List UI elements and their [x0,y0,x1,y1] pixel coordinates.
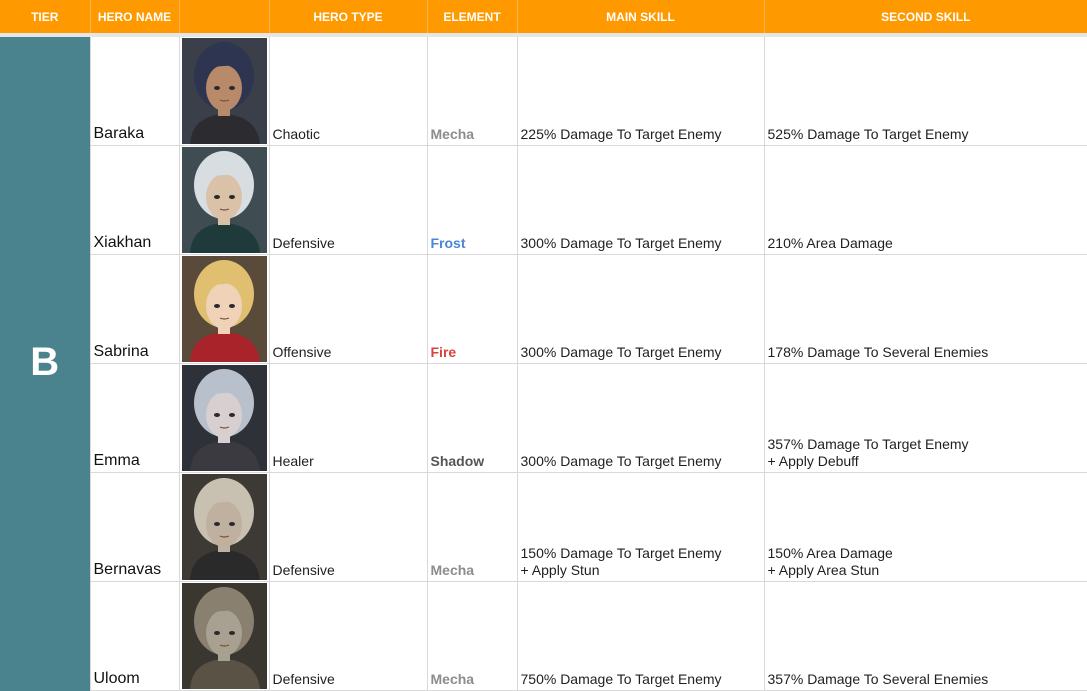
header-hero-type: HERO TYPE [269,0,428,37]
header-second-skill: SECOND SKILL [764,0,1087,37]
main-skill: 300% Damage To Target Enemy [516,254,765,364]
hero-portrait-cell [178,472,270,582]
header-row: TIER HERO NAME HERO TYPE ELEMENT MAIN SK… [0,0,1087,37]
hero-element: Fire [426,254,518,364]
table-row: B Baraka Chaotic Mecha 225% Damage To Target… [0,34,1087,691]
header-portrait [179,0,270,37]
hero-name: Xiakhan [89,145,180,255]
main-skill: 300% Damage To Target Enemy [516,145,765,255]
hero-portrait-0 [181,38,267,144]
skill-line: 150% Area Damage [767,545,893,561]
table-row: Bernavas Defensive Mecha 150% Damage To Tar… [0,472,1087,582]
second-skill: 525% Damage To Target Enemy [763,34,1087,146]
skill-line: 210% Area Damage [767,235,893,251]
hero-portrait-cell [178,145,270,255]
hero-name: Baraka [89,34,180,146]
skill-line: + Apply Debuff [767,453,859,469]
hero-portrait-1 [181,147,267,253]
hero-name: Bernavas [89,472,180,582]
main-skill: 150% Damage To Target Enemy + Apply Stun [516,472,765,582]
skill-line: + Apply Area Stun [767,562,880,578]
second-skill: 210% Area Damage [763,145,1087,255]
hero-element: Shadow [426,363,518,473]
main-skill: 750% Damage To Target Enemy [516,581,765,691]
hero-type: Chaotic [268,34,428,146]
hero-type: Defensive [268,472,428,582]
hero-element: Mecha [426,581,518,691]
skill-line: 178% Damage To Several Enemies [767,344,989,360]
hero-name: Emma [89,363,180,473]
skill-line: 150% Damage To Target Enemy [520,545,722,561]
hero-portrait-3 [181,365,267,471]
table-row: Xiakhan Defensive Frost 300% Damage To Targ… [0,145,1087,255]
second-skill: 150% Area Damage + Apply Area Stun [763,472,1087,582]
table-body: B Baraka Chaotic Mecha 225% Damage To Target… [0,34,1087,691]
hero-portrait-4 [181,474,267,580]
skill-line: 300% Damage To Target Enemy [520,453,722,469]
hero-portrait-cell [178,581,270,691]
hero-name: Sabrina [89,254,180,364]
tier-badge: B [0,35,91,691]
skill-line: + Apply Stun [520,562,600,578]
skill-line: 525% Damage To Target Enemy [767,126,969,142]
skill-line: 357% Damage To Several Enemies [767,671,989,687]
tier-list-table: TIER HERO NAME HERO TYPE ELEMENT MAIN SK… [0,0,1087,691]
table-row: Emma Healer Shadow 300% Damage To Target En… [0,363,1087,473]
second-skill: 178% Damage To Several Enemies [763,254,1087,364]
table-row: Sabrina Offensive Fire 300% Damage To Targe… [0,254,1087,364]
skill-line: 750% Damage To Target Enemy [520,671,722,687]
hero-type: Healer [268,363,428,473]
hero-portrait-cell [178,363,270,473]
skill-line: 357% Damage To Target Enemy [767,436,969,452]
hero-portrait-5 [181,583,267,689]
second-skill: 357% Damage To Several Enemies [763,581,1087,691]
main-skill: 225% Damage To Target Enemy [516,34,765,146]
table-row: Uloom Defensive Mecha 750% Damage To Target… [0,581,1087,691]
hero-element: Frost [426,145,518,255]
header-main-skill: MAIN SKILL [517,0,765,37]
header-hero-name: HERO NAME [90,0,180,37]
header-tier: TIER [0,0,91,37]
hero-portrait-cell [178,34,270,146]
skill-line: 225% Damage To Target Enemy [520,126,722,142]
hero-type: Offensive [268,254,428,364]
hero-portrait-cell [178,254,270,364]
skill-line: 300% Damage To Target Enemy [520,344,722,360]
header-element: ELEMENT [427,0,518,37]
hero-type: Defensive [268,581,428,691]
hero-element: Mecha [426,472,518,582]
second-skill: 357% Damage To Target Enemy + Apply Debuf… [763,363,1087,473]
hero-element: Mecha [426,34,518,146]
hero-name: Uloom [89,581,180,691]
hero-type: Defensive [268,145,428,255]
hero-portrait-2 [181,256,267,362]
skill-line: 300% Damage To Target Enemy [520,235,722,251]
main-skill: 300% Damage To Target Enemy [516,363,765,473]
